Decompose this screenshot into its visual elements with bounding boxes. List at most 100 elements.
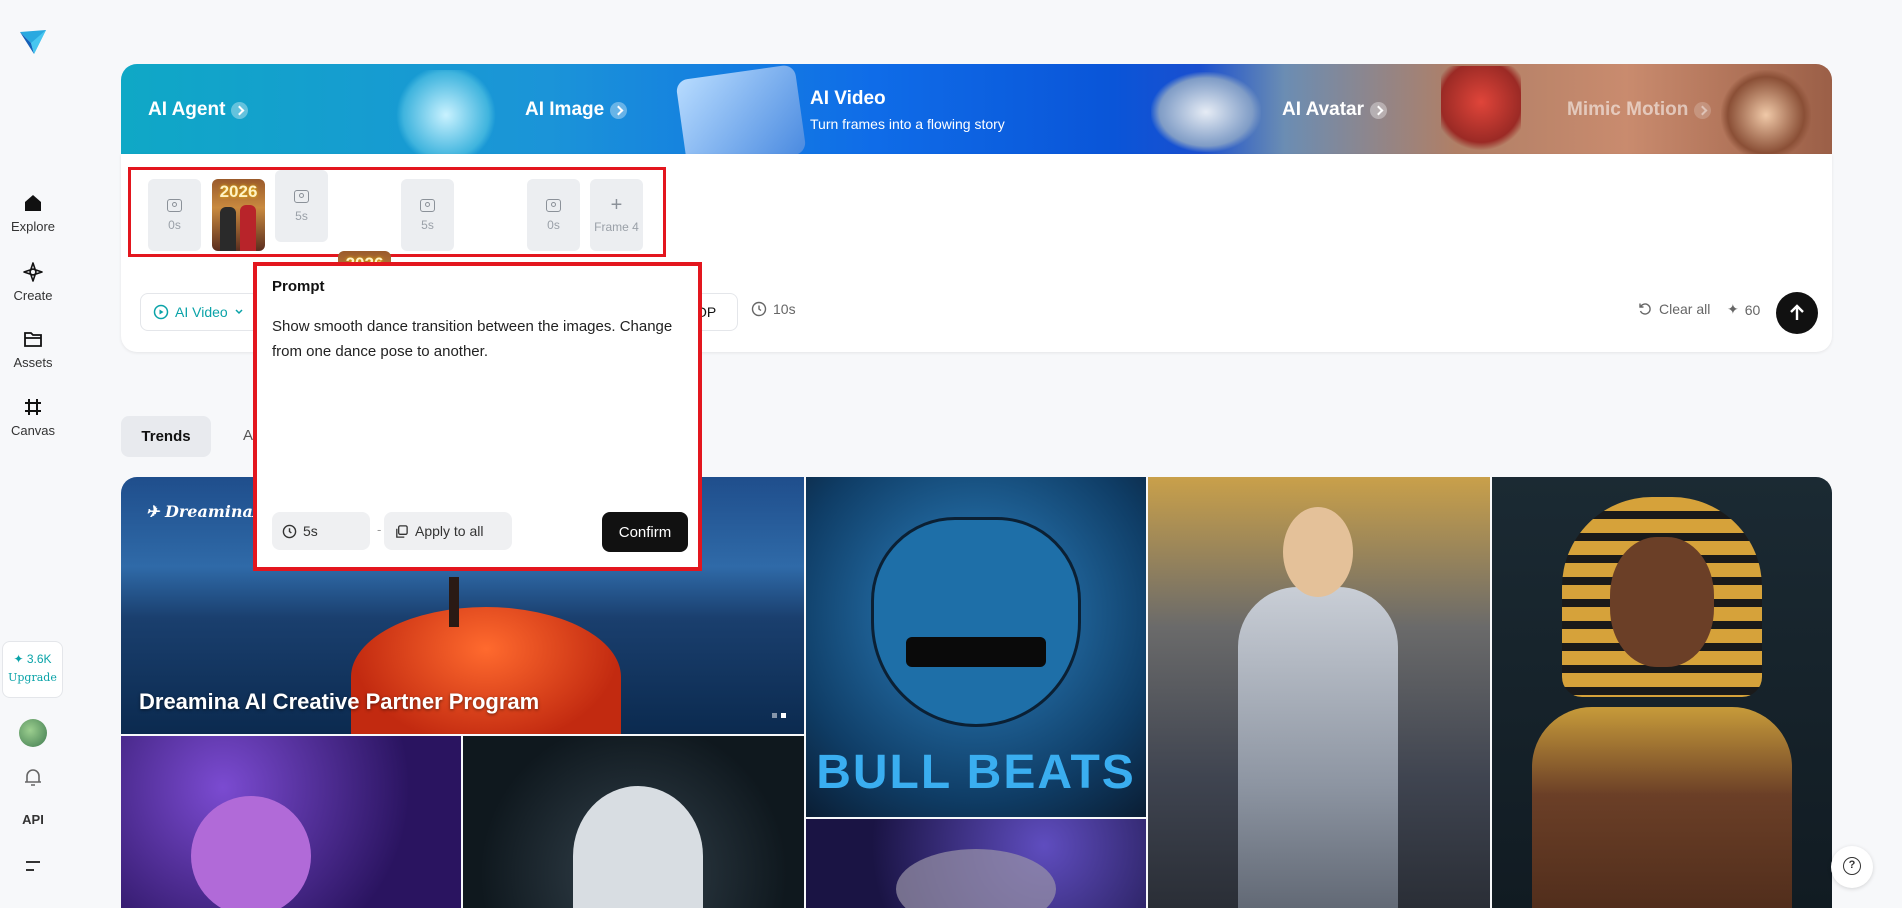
frame-transition-slot[interactable]: 0s (527, 179, 580, 251)
upload-icon (167, 198, 182, 212)
upgrade-label: Upgrade (8, 671, 57, 684)
duration-label: 10s (773, 301, 796, 317)
gallery-card[interactable] (806, 819, 1146, 908)
gallery-card[interactable] (121, 736, 461, 908)
reset-icon (1639, 303, 1651, 315)
upgrade-button[interactable]: ✦ 3.6K Upgrade (2, 641, 63, 698)
separator: - (377, 522, 382, 537)
folder-icon (24, 332, 42, 347)
canvas-icon (25, 399, 41, 415)
api-link[interactable]: API (0, 812, 66, 827)
clear-all-label: Clear all (1659, 301, 1711, 317)
duration-select[interactable]: 10s (751, 301, 796, 317)
popup-title: Prompt (272, 278, 325, 295)
nav-canvas-label: Canvas (10, 423, 56, 438)
nav-explore[interactable]: Explore (0, 192, 66, 236)
frame-duration: 5s (421, 217, 434, 232)
nav-canvas[interactable]: Canvas (0, 396, 66, 440)
carousel-dots[interactable] (772, 713, 786, 718)
apply-to-all-button[interactable]: Apply to all (384, 512, 512, 550)
gallery-card[interactable]: BULL BEATS (806, 477, 1146, 817)
plus-icon: + (610, 194, 623, 216)
frame-transition-slot[interactable]: 5s (275, 170, 328, 242)
clock-icon (751, 301, 767, 317)
image-art (675, 64, 807, 164)
frame-duration: 5s (295, 208, 308, 223)
clock-icon (282, 524, 297, 538)
credit-icon: ✦ (1727, 301, 1739, 317)
frame-image[interactable]: 2026 (212, 179, 265, 251)
upload-icon (546, 198, 561, 212)
pharaoh-torso-art (1532, 707, 1792, 908)
frames-highlight (128, 167, 666, 257)
sidebar: Explore Create Assets Canvas ✦ 3.6K Upgr… (0, 0, 66, 908)
apply-to-all-label: Apply to all (415, 523, 484, 539)
clear-all-button[interactable]: Clear all (1637, 301, 1710, 317)
tab-ai-video-label: AI Video (810, 88, 886, 109)
tab-secondary[interactable]: A (243, 427, 253, 444)
chevron-down-icon (235, 309, 243, 315)
generate-button[interactable] (1776, 292, 1818, 334)
video-art (1151, 72, 1261, 152)
agent-art (391, 70, 501, 160)
avatar[interactable] (19, 719, 47, 747)
cost-value: 60 (1744, 301, 1761, 318)
frame-image-label: 2026 (219, 182, 258, 201)
confirm-button[interactable]: Confirm (602, 512, 688, 552)
nav-explore-label: Explore (10, 219, 56, 234)
elf-portrait-art (573, 786, 703, 908)
tab-ai-image-label: AI Image (525, 99, 605, 120)
featured-figure (449, 577, 459, 627)
mode-select-label: AI Video (175, 304, 228, 320)
bull-beats-text: BULL BEATS (816, 746, 1136, 799)
avatar-art (1441, 66, 1521, 156)
chevron-right-icon (1370, 101, 1388, 119)
prompt-textarea[interactable]: Show smooth dance transition between the… (272, 314, 682, 464)
tab-ai-image[interactable]: AI Image (525, 64, 628, 156)
arrow-up-icon (1790, 304, 1804, 320)
tab-ai-agent[interactable]: AI Agent (148, 64, 249, 156)
bull-art (871, 517, 1081, 727)
chevron-right-icon (1694, 101, 1712, 119)
upload-icon (420, 198, 435, 212)
home-icon (25, 195, 41, 211)
tab-ai-video[interactable]: AI Video Turn frames into a flowing stor… (810, 64, 1005, 156)
gallery-card[interactable] (1492, 477, 1832, 908)
menu-icon[interactable] (21, 854, 45, 878)
gallery-card[interactable] (463, 736, 804, 908)
tab-mimic-motion[interactable]: Mimic Motion (1567, 64, 1712, 156)
mimic-art (1721, 70, 1811, 160)
bell-icon[interactable] (21, 765, 45, 789)
feature-banner: AI Agent AI Image AI Video Turn frames i… (121, 64, 1832, 164)
chevron-right-icon (231, 101, 249, 119)
dreamina-logo-icon[interactable] (18, 26, 48, 56)
nebula-art (896, 849, 1056, 908)
frame-duration: 0s (168, 217, 181, 232)
nav-create[interactable]: Create (0, 261, 66, 305)
credits-count: ✦ 3.6K (13, 652, 52, 666)
tab-mimic-motion-label: Mimic Motion (1567, 99, 1689, 120)
frame-duration: 0s (547, 217, 560, 232)
popup-duration-label: 5s (303, 523, 318, 539)
add-frame-label: Frame 4 (594, 220, 639, 234)
tab-trends[interactable]: Trends (121, 416, 211, 457)
cost-indicator: ✦ 60 (1727, 301, 1760, 318)
tab-ai-agent-label: AI Agent (148, 99, 226, 120)
prompt-popup: Prompt Show smooth dance transition betw… (253, 262, 702, 571)
nav-create-label: Create (13, 288, 53, 303)
frame-transition-slot[interactable]: 0s (148, 179, 201, 251)
duration-select[interactable]: 5s (272, 512, 370, 550)
mode-select[interactable]: AI Video (140, 293, 260, 331)
add-frame-button[interactable]: + Frame 4 (590, 179, 643, 251)
nav-assets-label: Assets (13, 355, 53, 370)
tab-ai-video-subtitle: Turn frames into a flowing story (810, 116, 1005, 132)
help-button[interactable] (1831, 846, 1873, 888)
sunglasses-art (906, 637, 1046, 667)
frame-transition-slot[interactable]: 5s (401, 179, 454, 251)
copy-icon (396, 524, 408, 538)
tab-ai-avatar[interactable]: AI Avatar (1282, 64, 1388, 156)
nav-assets[interactable]: Assets (0, 328, 66, 372)
chevron-right-icon (610, 101, 628, 119)
upload-icon (294, 189, 309, 203)
gallery-card[interactable] (1148, 477, 1490, 908)
